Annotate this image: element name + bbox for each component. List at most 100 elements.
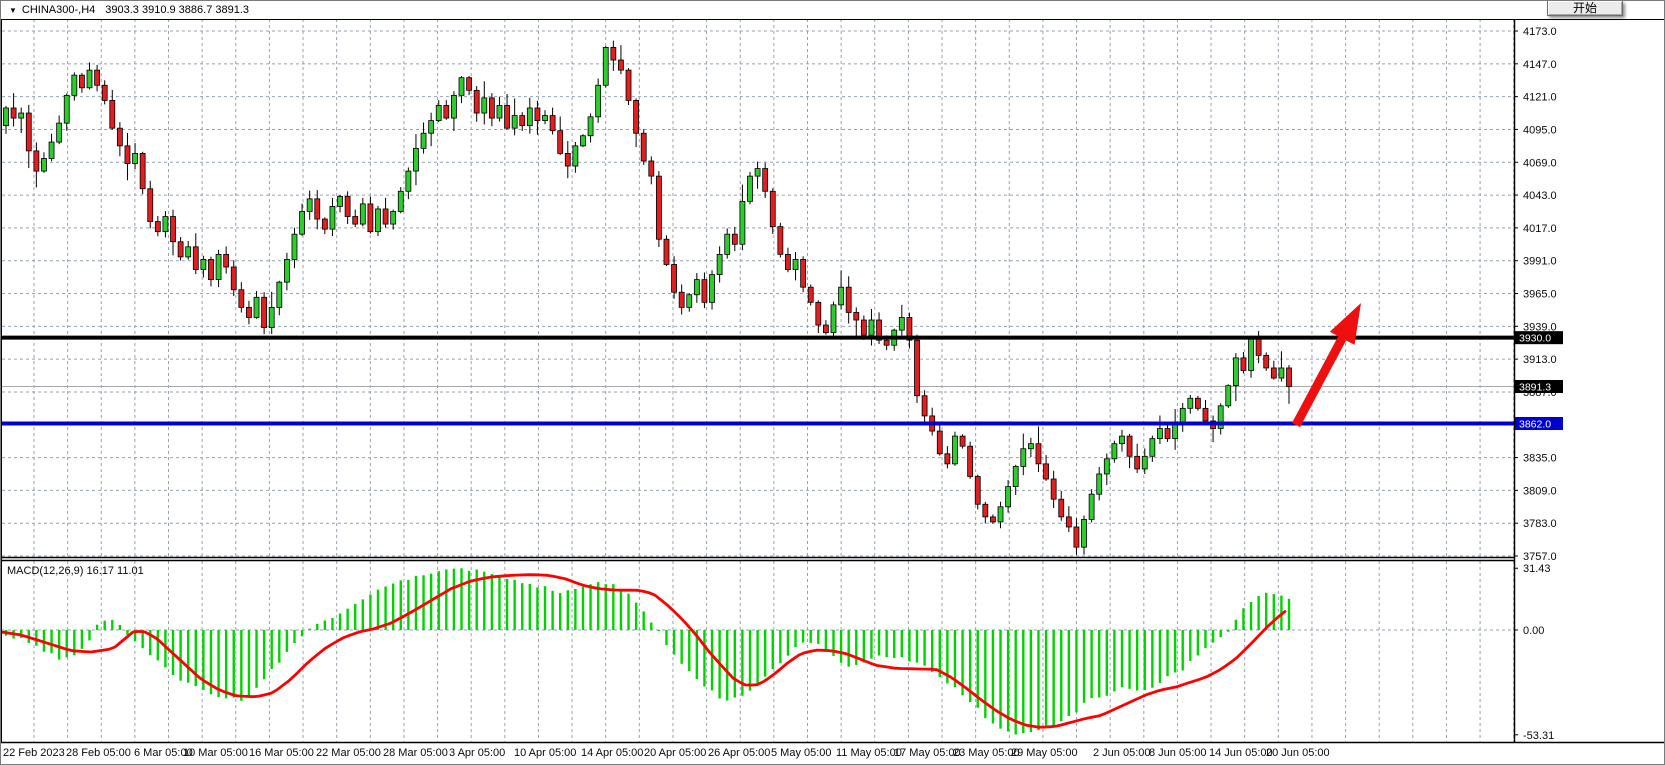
candle-body	[482, 98, 487, 113]
trend-arrow[interactable]	[1296, 303, 1361, 425]
candle-body	[884, 340, 889, 345]
candle-body	[41, 158, 46, 171]
candle-body	[1279, 368, 1284, 378]
candle-body	[770, 191, 775, 226]
chart-symbol-period: CHINA300-,H4	[22, 4, 95, 16]
candle-body	[1203, 408, 1208, 421]
candle-body	[353, 217, 358, 225]
candle-body	[1226, 386, 1231, 406]
price-axis-label: 3991.0	[1523, 256, 1557, 268]
candle-body	[216, 254, 221, 279]
candle-body	[489, 98, 494, 118]
candle-body	[64, 95, 69, 123]
candle-body	[558, 131, 563, 154]
candle-body	[1112, 444, 1117, 459]
candle-body	[520, 116, 525, 126]
candle-body	[596, 85, 601, 117]
candle-body	[1059, 499, 1064, 517]
arrow-shaft[interactable]	[1296, 333, 1345, 425]
candle-body	[1006, 487, 1011, 507]
candle-body	[186, 247, 191, 257]
price-axis-label: 4043.0	[1523, 190, 1557, 202]
candle-body	[459, 78, 464, 96]
candle-body	[899, 317, 904, 330]
candle-body	[292, 234, 297, 259]
candle-body	[171, 217, 176, 242]
candle-body	[231, 267, 236, 290]
candle-body	[755, 169, 760, 177]
candle-body	[846, 287, 851, 312]
candle-body	[72, 75, 77, 95]
candle-body	[1127, 436, 1132, 456]
candle-body	[1233, 358, 1238, 386]
time-axis-label: 10 Mar 05:00	[183, 747, 248, 759]
candle-body	[588, 117, 593, 136]
candle-body	[163, 217, 168, 232]
time-axis-label: 5 May 05:00	[771, 747, 832, 759]
candle-body	[672, 264, 677, 292]
candle-body	[983, 504, 988, 517]
candle-body	[664, 239, 669, 264]
candle-body	[861, 320, 866, 335]
candle-body	[1256, 338, 1261, 356]
candle-body	[1119, 436, 1124, 444]
candle-body	[618, 60, 623, 70]
chart-canvas: MACD(12,26,9) 16.17 11.01 4173.04147.041…	[1, 1, 1665, 765]
candle-body	[565, 153, 570, 166]
candle-body	[178, 242, 183, 257]
candle-body	[1271, 368, 1276, 378]
candle-body	[1044, 464, 1049, 479]
candle-body	[1287, 368, 1292, 387]
candle-body	[717, 254, 722, 274]
candle-body	[155, 222, 160, 232]
candle-body	[19, 113, 24, 118]
macd-axis-label: -53.31	[1523, 730, 1554, 742]
candle-body	[1013, 466, 1018, 486]
macd-axis-label: 0.00	[1523, 625, 1544, 637]
candle-body	[580, 136, 585, 146]
candle-body	[1173, 423, 1178, 438]
candle-body	[1097, 474, 1102, 494]
candle-body	[816, 302, 821, 325]
candle-body	[383, 209, 388, 224]
macd-axis-label: 31.43	[1523, 563, 1551, 575]
time-axis-label: 20 Jun 05:00	[1266, 747, 1330, 759]
candle-body	[1150, 439, 1155, 457]
price-axis-label: 4017.0	[1523, 223, 1557, 235]
candle-body	[694, 280, 699, 295]
resistance-price-badge-text: 3930.0	[1519, 333, 1551, 345]
candle-body	[49, 142, 54, 158]
time-axis-label: 14 Jun 05:00	[1209, 747, 1273, 759]
macd-label: MACD(12,26,9) 16.17 11.01	[7, 565, 144, 577]
candle-body	[345, 196, 350, 216]
candle-body	[968, 446, 973, 476]
candle-body	[823, 325, 828, 333]
start-button[interactable]: 开始	[1547, 1, 1623, 16]
candle-body	[990, 517, 995, 522]
symbol-dropdown-caret[interactable]: ▼	[9, 6, 17, 15]
candle-body	[474, 90, 479, 113]
candle-body	[193, 247, 198, 270]
candle-body	[11, 108, 16, 118]
candle-body	[368, 204, 373, 232]
candle-body	[975, 476, 980, 504]
time-axis-label: 16 Mar 05:00	[249, 747, 314, 759]
time-axis-label: 22 Feb 2023	[3, 747, 65, 759]
candle-body	[239, 290, 244, 308]
price-badges: 3930.03891.33862.0	[1515, 331, 1563, 430]
candle-body	[1135, 456, 1140, 469]
time-axis-label: 3 Apr 05:00	[449, 747, 505, 759]
candle-body	[839, 287, 844, 305]
candle-body	[34, 151, 39, 171]
candle-body	[57, 123, 62, 142]
candle-body	[1036, 444, 1041, 464]
candle-body	[937, 431, 942, 454]
candle-body	[26, 113, 31, 151]
candle-body	[406, 171, 411, 191]
candle-body	[315, 199, 320, 219]
candle-body	[808, 287, 813, 302]
candle-body	[421, 133, 426, 148]
candle-body	[603, 47, 608, 85]
candle-body	[634, 100, 639, 133]
candle-body	[649, 161, 654, 176]
